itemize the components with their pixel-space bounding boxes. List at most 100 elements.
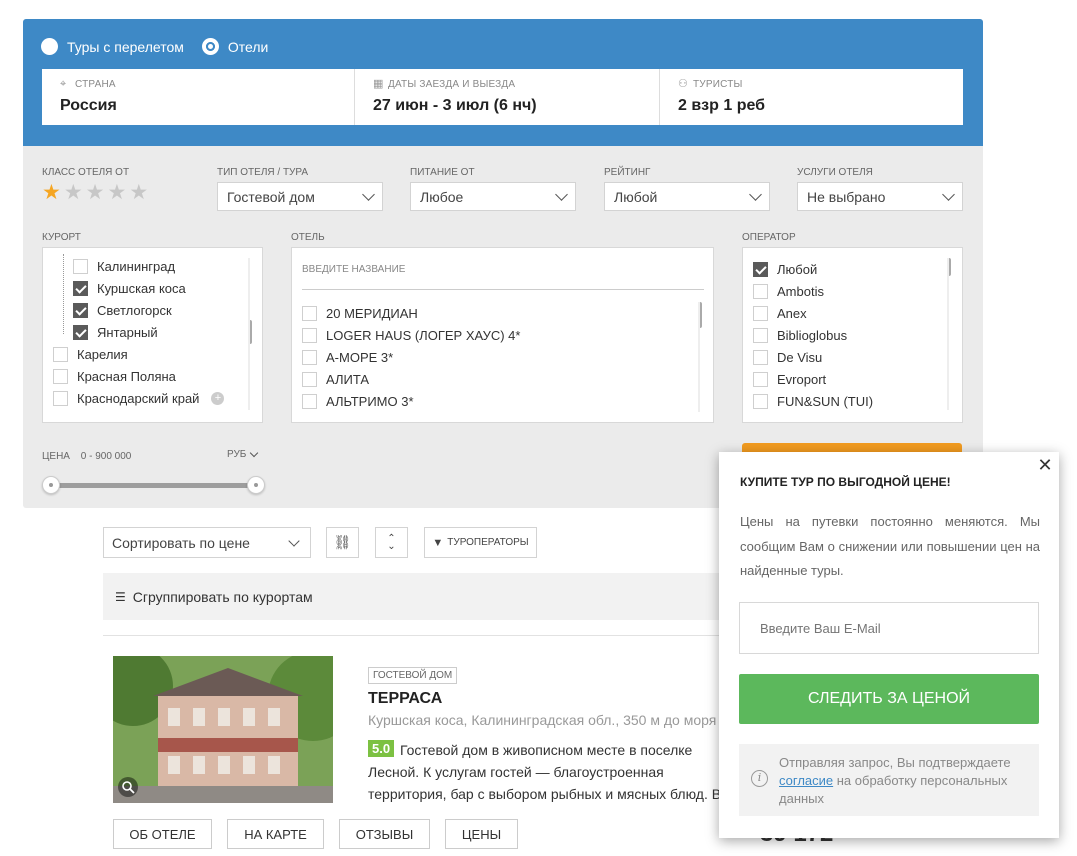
hotel-photo[interactable] <box>113 656 333 803</box>
hotel-item[interactable]: 20 МЕРИДИАН <box>302 302 520 324</box>
checkbox[interactable] <box>73 258 88 274</box>
country-field[interactable]: ⌖ СТРАНА Россия <box>42 69 355 125</box>
checkbox[interactable] <box>753 305 768 321</box>
operator-item[interactable]: FUN&SUN (TUI) <box>753 390 873 412</box>
chevron-down-icon <box>555 188 568 201</box>
consent-link[interactable]: согласие <box>779 773 833 788</box>
price-slider-min-handle[interactable] <box>42 476 60 494</box>
resort-item[interactable]: Янтарный <box>73 321 186 343</box>
hotel-item[interactable]: АЛИТА <box>302 368 520 390</box>
star-rating[interactable]: ★ ★ ★ ★ ★ <box>42 182 148 203</box>
popup-text: Цены на путевки постоянно меняются. Мы с… <box>740 514 1040 578</box>
tab-label: Туры с перелетом <box>67 38 184 55</box>
operator-item[interactable]: Ambotis <box>753 280 873 302</box>
checkbox[interactable] <box>302 305 317 321</box>
scrollbar-track <box>248 258 250 410</box>
checkbox[interactable] <box>53 390 68 406</box>
sort-select[interactable]: Сортировать по цене <box>103 527 311 558</box>
reviews-button[interactable]: ОТЗЫВЫ <box>339 819 430 849</box>
search-type-tabs: Туры с перелетом Отели <box>41 38 268 55</box>
checkbox[interactable] <box>753 393 768 409</box>
resort-item[interactable]: Краснодарский край + <box>53 387 225 409</box>
operator-item-label: Anex <box>777 305 807 321</box>
star-icon[interactable]: ★ <box>86 182 105 203</box>
share-link-button[interactable]: ⛓ <box>326 527 359 558</box>
checkbox-checked[interactable] <box>753 261 768 277</box>
location-pin-icon: ⌖ <box>60 78 67 90</box>
info-icon: i <box>751 770 768 787</box>
operator-item[interactable]: Anex <box>753 302 873 324</box>
filter-icon: ▼ <box>432 536 444 549</box>
resort-item[interactable]: Калининград <box>73 255 186 277</box>
operator-item-label: Любой <box>777 261 818 277</box>
price-range-value: 0 - 900 000 <box>80 451 132 462</box>
hotel-search-input[interactable]: ВВЕДИТЕ НАЗВАНИЕ <box>302 264 704 290</box>
close-icon[interactable]: ✕ <box>1036 456 1054 474</box>
sort-arrows-icon: ⌃ ⌄ <box>387 532 396 552</box>
resort-label: КУРОРТ <box>42 232 81 243</box>
operator-list: Любой Ambotis Anex Biblioglobus De Visu … <box>742 247 963 423</box>
tourists-field[interactable]: ⚇ ТУРИСТЫ 2 взр 1 реб <box>660 69 963 125</box>
resort-list: Калининград Куршская коса Светлогорск Ян… <box>42 247 263 423</box>
star-icon[interactable]: ★ <box>129 182 148 203</box>
dates-field[interactable]: ▦ ДАТЫ ЗАЕЗДА И ВЫЕЗДА 27 июн - 3 июл (6 … <box>355 69 660 125</box>
services-select[interactable]: Не выбрано <box>797 182 963 211</box>
email-field[interactable] <box>739 602 1039 654</box>
resort-item[interactable]: Куршская коса <box>73 277 186 299</box>
hotel-item[interactable]: LOGER HAUS (ЛОГЕР ХАУС) 4* <box>302 324 520 346</box>
currency-select[interactable]: РУБ <box>227 448 259 460</box>
resort-item-label: Красная Поляна <box>77 368 176 384</box>
price-slider-max-handle[interactable] <box>247 476 265 494</box>
hotel-name[interactable]: ТЕРРАСА <box>368 690 442 708</box>
checkbox-checked[interactable] <box>73 280 88 296</box>
checkbox[interactable] <box>753 349 768 365</box>
meal-value: Любое <box>420 189 464 205</box>
on-map-button[interactable]: НА КАРТЕ <box>227 819 324 849</box>
checkbox[interactable] <box>53 346 68 362</box>
hotel-item[interactable]: А-МОРЕ 3* <box>302 346 520 368</box>
resort-item-label: Янтарный <box>97 324 158 340</box>
checkbox[interactable] <box>302 327 317 343</box>
checkbox[interactable] <box>302 393 317 409</box>
star-icon[interactable]: ★ <box>107 182 126 203</box>
resort-item-label: Карелия <box>77 346 128 362</box>
hotel-type-select[interactable]: Гостевой дом <box>217 182 383 211</box>
hotel-item[interactable]: АЛЬТРИМО 3* <box>302 390 520 412</box>
list-icon: ☰ <box>115 589 126 604</box>
search-header: Туры с перелетом Отели ⌖ СТРАНА Россия ▦ Д… <box>23 19 983 146</box>
checkbox[interactable] <box>753 371 768 387</box>
checkbox-checked[interactable] <box>73 302 88 318</box>
radio-off-icon <box>41 38 58 55</box>
group-by-resort-toggle[interactable]: ☰ Сгруппировать по курортам <box>103 573 723 620</box>
checkbox[interactable] <box>53 368 68 384</box>
rating-select[interactable]: Любой <box>604 182 770 211</box>
operator-item[interactable]: Любой <box>753 258 873 280</box>
tourists-value: 2 взр 1 реб <box>678 97 766 114</box>
operator-item[interactable]: Biblioglobus <box>753 324 873 346</box>
checkbox[interactable] <box>302 371 317 387</box>
resort-item[interactable]: Карелия <box>53 343 224 365</box>
sort-order-button[interactable]: ⌃ ⌄ <box>375 527 408 558</box>
checkbox[interactable] <box>753 327 768 343</box>
about-hotel-button[interactable]: ОБ ОТЕЛЕ <box>113 819 212 849</box>
price-slider-track[interactable] <box>51 483 256 488</box>
operators-button-label: ТУРОПЕРАТОРЫ <box>447 537 529 548</box>
checkbox-checked[interactable] <box>73 324 88 340</box>
operators-filter-button[interactable]: ▼ ТУРОПЕРАТОРЫ <box>424 527 537 558</box>
meal-select[interactable]: Любое <box>410 182 576 211</box>
hotel-item-label: АЛЬТРИМО 3* <box>326 393 414 409</box>
star-icon[interactable]: ★ <box>64 182 83 203</box>
expand-plus-icon[interactable]: + <box>211 391 225 405</box>
tab-hotels[interactable]: Отели <box>201 38 268 55</box>
resort-item[interactable]: Светлогорск <box>73 299 186 321</box>
operator-item[interactable]: Evroport <box>753 368 873 390</box>
star-icon[interactable]: ★ <box>42 182 61 203</box>
checkbox[interactable] <box>302 349 317 365</box>
tab-tours-with-flight[interactable]: Туры с перелетом <box>41 38 184 55</box>
prices-button[interactable]: ЦЕНЫ <box>445 819 518 849</box>
resort-item[interactable]: Красная Поляна <box>53 365 224 387</box>
checkbox[interactable] <box>753 283 768 299</box>
group-by-label: Сгруппировать по курортам <box>132 588 313 605</box>
operator-item[interactable]: De Visu <box>753 346 873 368</box>
track-price-button[interactable]: СЛЕДИТЬ ЗА ЦЕНОЙ <box>739 674 1039 724</box>
